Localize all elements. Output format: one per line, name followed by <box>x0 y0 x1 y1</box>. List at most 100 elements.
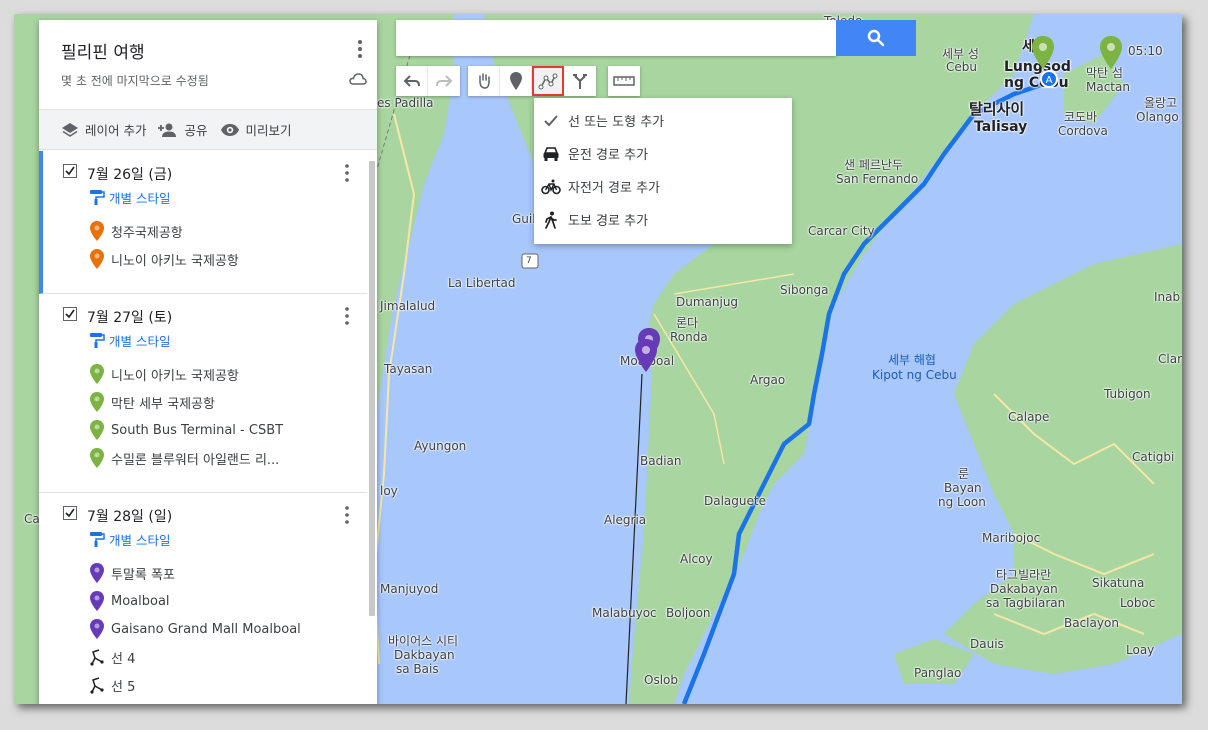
map-label-catigbi: Catigbi <box>1132 450 1175 464</box>
purple-pin-icon <box>89 619 105 639</box>
feature-label: 청주국제공항 <box>111 225 183 241</box>
feature-label: Moalboal <box>111 593 170 609</box>
map-label-tubigon: Tubigon <box>1104 387 1151 401</box>
draw-line-icon <box>538 73 557 90</box>
more-vert-icon[interactable] <box>343 505 351 525</box>
preview-button[interactable]: 미리보기 <box>220 120 292 139</box>
draw-line-button[interactable] <box>532 66 564 96</box>
map-label-alcoy: Alcoy <box>680 552 713 566</box>
feature-label: 니노이 아키노 국제공항 <box>111 368 239 384</box>
feature-item[interactable]: South Bus Terminal - CSBT <box>39 416 367 444</box>
feature-item[interactable]: Gaisano Grand Mall Moalboal <box>39 615 367 643</box>
map-label-maribojoc: Maribojoc <box>982 531 1041 545</box>
feature-item[interactable]: 투말록 폭포 <box>39 559 367 587</box>
more-vert-icon[interactable] <box>343 306 351 326</box>
layers-panel: 필리핀 여행 몇 초 전에 마지막으로 수정됨 레이어 추가 공유 미리보기 7… <box>39 20 377 704</box>
marker-icon <box>509 72 522 90</box>
feature-item[interactable]: 니노이 아키노 국제공항 <box>43 245 367 273</box>
pan-button[interactable] <box>468 66 500 96</box>
checkbox-checked-icon[interactable] <box>63 164 77 178</box>
map-label-loay: Loay <box>1126 643 1155 657</box>
map-label-loboc: Loboc <box>1120 596 1156 610</box>
map-label-dumanjug: Dumanjug <box>676 295 739 309</box>
map-label-dauis: Dauis <box>970 637 1004 651</box>
eye-icon <box>220 123 239 136</box>
layer-style-link[interactable]: 개별 스타일 <box>39 326 367 354</box>
layer-style-link[interactable]: 개별 스타일 <box>39 525 367 553</box>
route-start-marker[interactable]: A <box>1040 70 1058 92</box>
paint-roller-icon <box>90 532 105 547</box>
menu-item-line-shape[interactable]: 선 또는 도형 추가 <box>534 104 792 137</box>
feature-item[interactable]: 막탄 세부 국제공항 <box>39 388 367 416</box>
panel-scrollbar[interactable] <box>369 161 375 616</box>
panel-header: 필리핀 여행 몇 초 전에 마지막으로 수정됨 <box>39 20 377 110</box>
map-label-bayan-b: ng Loon <box>938 495 986 509</box>
menu-item-driving-route[interactable]: 운전 경로 추가 <box>534 137 792 170</box>
layer-header: 7월 26일 (금) <box>43 151 367 183</box>
directions-button[interactable] <box>564 66 596 96</box>
green-pin-icon <box>89 420 105 440</box>
map-label-strait: Kipot ng Cebu <box>872 368 957 382</box>
map-label-calape: Calape <box>1008 410 1050 424</box>
menu-item-walk-route[interactable]: 도보 경로 추가 <box>534 203 792 236</box>
layer-day2: 7월 27일 (토) 개별 스타일 니노이 아키노 국제공항 막탄 세부 국제공… <box>39 294 367 493</box>
share-button[interactable]: 공유 <box>158 120 208 139</box>
feature-item[interactable]: 선 4 <box>39 643 367 671</box>
layer-style-label: 개별 스타일 <box>109 190 171 206</box>
search-icon <box>867 29 885 47</box>
walk-icon <box>540 210 562 230</box>
add-marker-button[interactable] <box>500 66 532 96</box>
map-label-ronda-ko: 론다 <box>676 316 699 330</box>
map-label-bayan-ko: 룬 <box>958 467 970 481</box>
feature-item[interactable]: Moalboal <box>39 587 367 615</box>
layer-style-link[interactable]: 개별 스타일 <box>43 183 367 211</box>
map-label-talisay: Talisay <box>974 119 1028 135</box>
feature-label: Gaisano Grand Mall Moalboal <box>111 621 301 637</box>
preview-label: 미리보기 <box>245 123 292 138</box>
layer-title[interactable]: 7월 27일 (토) <box>87 307 172 327</box>
search-input[interactable] <box>396 20 836 56</box>
orange-pin-icon <box>89 249 105 269</box>
paint-roller-icon <box>90 190 105 205</box>
redo-icon <box>436 75 453 87</box>
checkbox-checked-icon[interactable] <box>63 506 77 520</box>
undo-icon <box>403 75 420 87</box>
map-label-tayasan: Tayasan <box>384 362 433 376</box>
map-label-lloy: loy <box>380 484 398 498</box>
route-7-shield: 7 <box>526 256 532 266</box>
checkbox-checked-icon[interactable] <box>63 307 77 321</box>
feature-item[interactable]: 청주국제공항 <box>43 217 367 245</box>
purple-pin-icon <box>89 591 105 611</box>
panel-actions: 레이어 추가 공유 미리보기 <box>39 110 377 150</box>
layer-title[interactable]: 7월 26일 (금) <box>87 164 172 184</box>
undo-button[interactable] <box>396 66 428 96</box>
search-button[interactable] <box>836 20 916 56</box>
green-pin-mactan[interactable] <box>1100 36 1122 74</box>
layer-title[interactable]: 7월 28일 (일) <box>87 506 172 526</box>
green-pin-cebu[interactable] <box>1032 36 1054 74</box>
cloud-icon[interactable] <box>349 72 367 86</box>
map-label-alegria: Alegria <box>604 513 647 527</box>
menu-item-bike-route[interactable]: 자전거 경로 추가 <box>534 170 792 203</box>
map-label-bayan-a: Bayan <box>944 481 982 495</box>
purple-pin-moalboal[interactable] <box>635 339 657 377</box>
feature-label: 선 5 <box>111 679 136 695</box>
more-vert-icon[interactable] <box>355 38 365 60</box>
feature-item[interactable]: 니노이 아키노 국제공항 <box>39 360 367 388</box>
purple-pin-icon <box>89 563 105 583</box>
feature-item[interactable]: 수밀론 블루워터 아일랜드 리... <box>39 444 367 472</box>
measure-button[interactable] <box>608 66 640 96</box>
map-label-malabuyoc: Malabuyoc <box>592 606 657 620</box>
redo-button[interactable] <box>428 66 460 96</box>
more-vert-icon[interactable] <box>343 163 351 183</box>
map-label-san-fernando: San Fernando <box>836 172 919 186</box>
map-label-san-fernando-ko: 샌 페르난두 <box>844 158 904 172</box>
map-title[interactable]: 필리핀 여행 <box>61 38 145 63</box>
layers-list: 7월 26일 (금) 개별 스타일 청주국제공항 니노이 아키노 국제공항 7월… <box>39 151 367 704</box>
map-label-padilla: es Padilla <box>377 96 434 110</box>
add-layer-button[interactable]: 레이어 추가 <box>61 120 146 139</box>
add-layer-label: 레이어 추가 <box>85 123 147 138</box>
feature-item[interactable]: 선 5 <box>39 671 367 699</box>
map-label-bais-b: sa Bais <box>396 662 439 676</box>
map-label-cebu: Cebu <box>946 60 977 74</box>
